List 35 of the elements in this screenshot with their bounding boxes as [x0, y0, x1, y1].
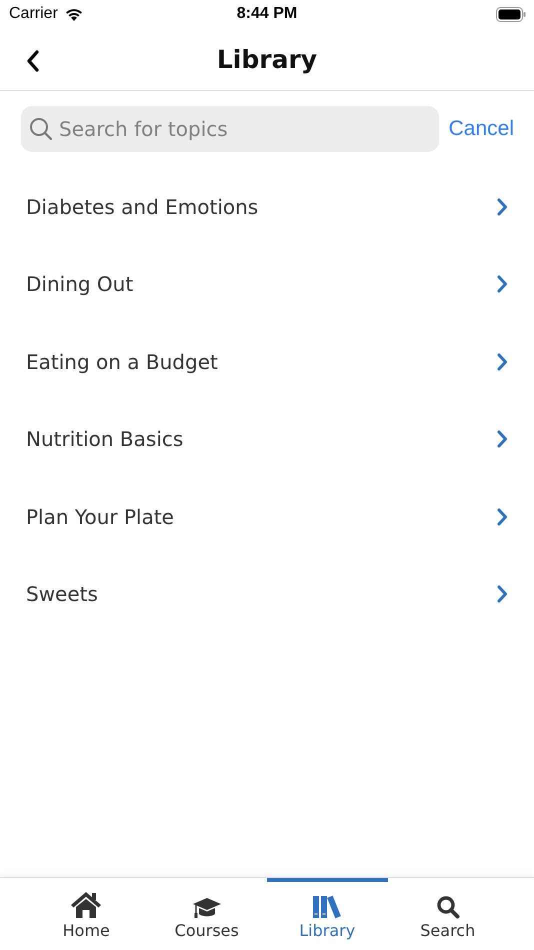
topic-label: Dining Out: [26, 272, 134, 296]
chevron-left-icon: [26, 50, 40, 72]
carrier-label: Carrier: [9, 5, 58, 23]
search-icon: [436, 895, 460, 919]
screen-title: Library: [216, 44, 318, 74]
chevron-right-icon: [496, 275, 508, 294]
topic-label: Sweets: [26, 582, 98, 606]
chevron-right-icon: [496, 430, 508, 448]
topic-label: Diabetes and Emotions: [26, 194, 258, 219]
wifi-icon: [64, 6, 84, 22]
topic-row[interactable]: Dining Out: [0, 246, 534, 323]
topic-label: Eating on a Budget: [26, 350, 218, 374]
tab-item[interactable]: Courses: [146, 878, 267, 950]
topic-row[interactable]: Eating on a Budget: [0, 323, 534, 400]
search-field[interactable]: Search for topics: [21, 106, 439, 152]
chevron-right-icon: [496, 585, 508, 604]
topic-label: Nutrition Basics: [26, 427, 184, 452]
chevron-right-icon: [496, 198, 508, 216]
topic-row[interactable]: Nutrition Basics: [0, 400, 534, 478]
topic-row[interactable]: Diabetes and Emotions: [0, 168, 534, 246]
topic-row[interactable]: Plan Your Plate: [0, 478, 534, 556]
house-icon: [70, 891, 102, 919]
graduation-cap-icon: [192, 897, 222, 919]
cancel-button[interactable]: Cancel: [448, 117, 514, 141]
topic-row[interactable]: Sweets: [0, 556, 534, 633]
topic-label: Plan Your Plate: [26, 504, 174, 529]
battery-icon: [496, 6, 526, 22]
chevron-right-icon: [496, 352, 508, 371]
tab-item[interactable]: Library: [267, 878, 388, 950]
chevron-right-icon: [496, 508, 508, 526]
search-icon: [29, 117, 53, 141]
tab-item[interactable]: Search: [388, 878, 508, 950]
books-icon: [312, 895, 342, 919]
tab-item[interactable]: Home: [26, 878, 146, 950]
clock-time: 8:44 PM: [236, 5, 298, 23]
